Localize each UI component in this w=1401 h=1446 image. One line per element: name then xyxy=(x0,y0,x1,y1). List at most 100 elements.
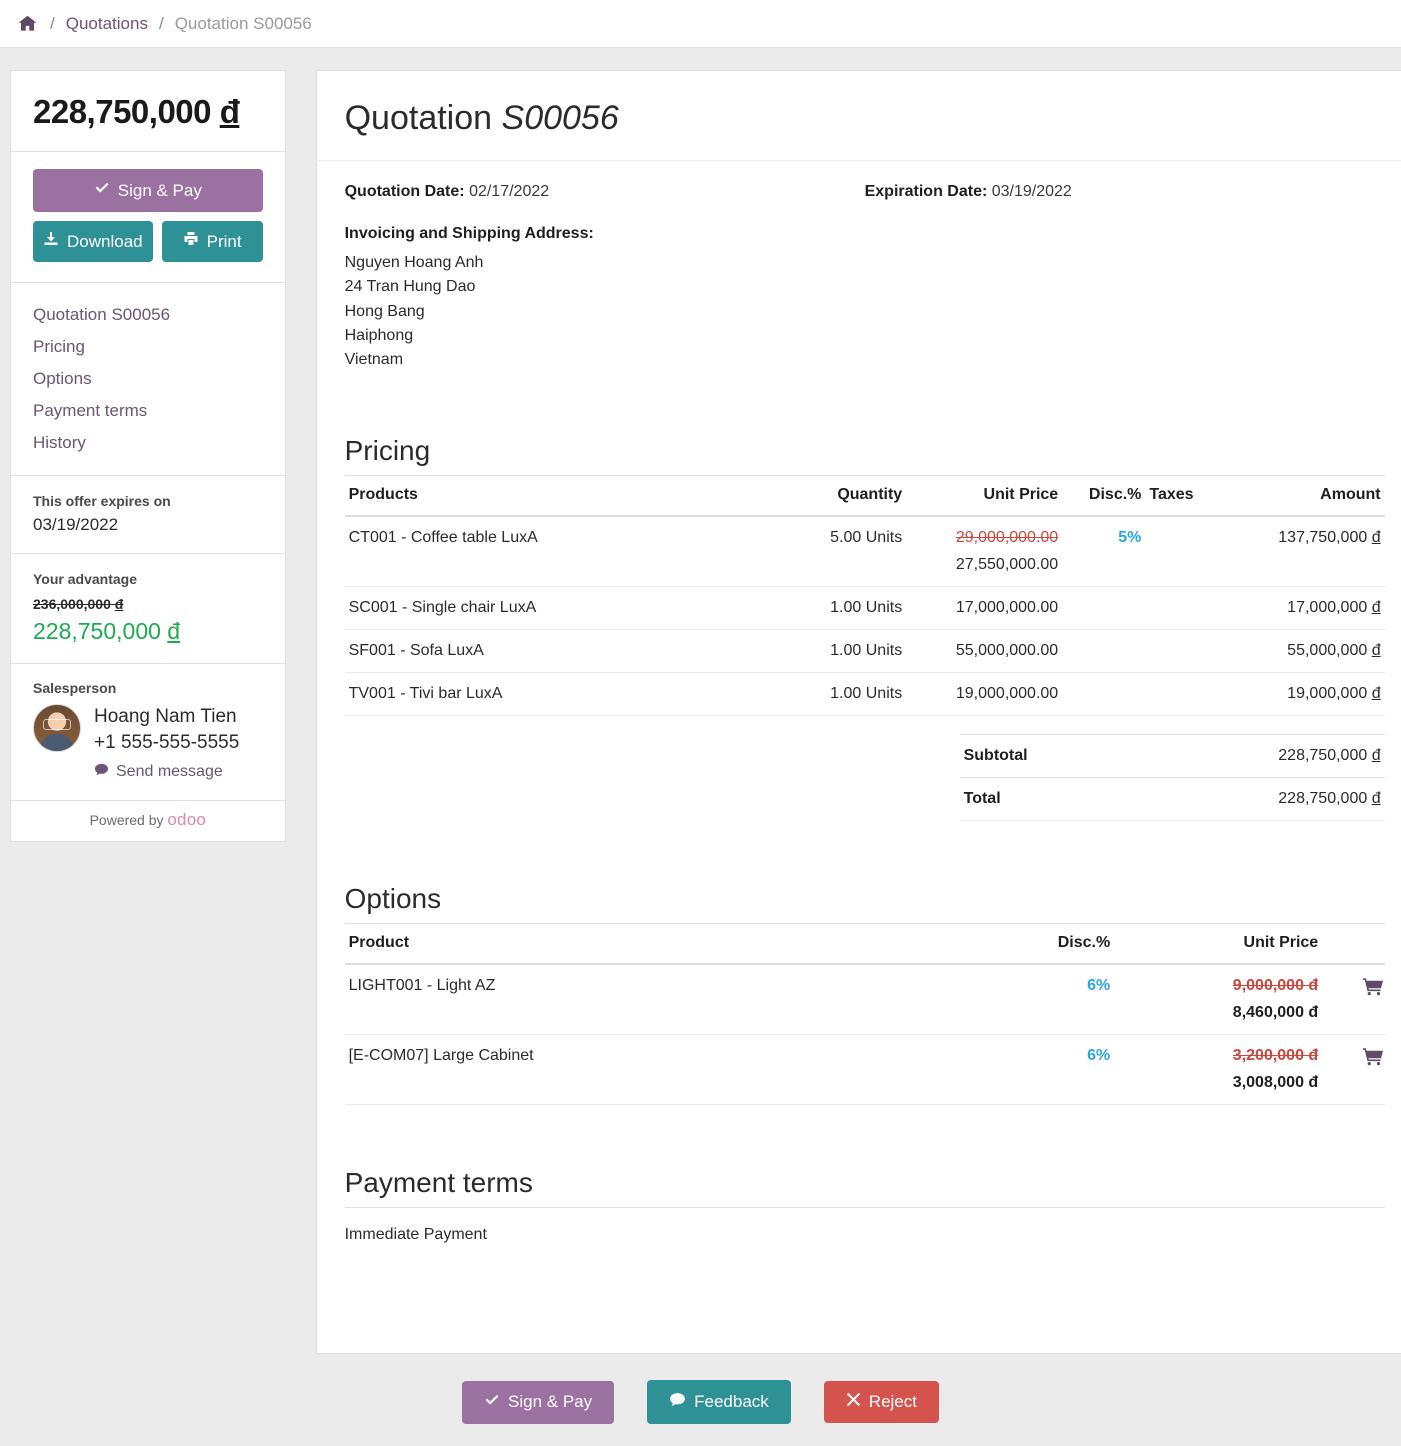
sidebar-item-history[interactable]: History xyxy=(11,427,285,459)
pricing-header-row: Products Quantity Unit Price Disc.% Taxe… xyxy=(345,475,1385,516)
subtotal-value: 228,750,000 xyxy=(1278,747,1367,764)
sidebar-item-payment-terms[interactable]: Payment terms xyxy=(11,395,285,427)
offer-expiry-card: This offer expires on 03/19/2022 xyxy=(10,476,286,554)
row-quantity: 1.00 Units xyxy=(771,586,906,629)
payment-terms-divider xyxy=(345,1207,1385,1208)
row-amount: 137,750,000 đ xyxy=(1249,516,1384,587)
total-label: Total xyxy=(960,777,1128,820)
sidebar-nav: Quotation S00056 Pricing Options Payment… xyxy=(10,283,286,476)
address-line-4: Haiphong xyxy=(345,324,1385,348)
row-unit-price-old: 29,000,000.00 xyxy=(910,529,1058,547)
option-discount: 6% xyxy=(885,964,1114,1035)
salesperson-details: Hoang Nam Tien +1 555-555-5555 Send mess… xyxy=(94,704,239,782)
subtotal-label: Subtotal xyxy=(960,734,1128,777)
reject-button[interactable]: Reject xyxy=(824,1381,939,1423)
feedback-label: Feedback xyxy=(694,1392,769,1412)
row-amount-value: 19,000,000 xyxy=(1287,685,1367,702)
row-taxes xyxy=(1145,586,1249,629)
offer-expiry-date: 03/19/2022 xyxy=(33,515,263,535)
header-discount: Disc.% xyxy=(1062,475,1145,516)
header-option-unit-price: Unit Price xyxy=(1114,923,1322,964)
row-amount-currency: đ xyxy=(1372,529,1381,546)
row-unit-price: 19,000,000.00 xyxy=(906,672,1062,715)
option-discount: 6% xyxy=(885,1034,1114,1104)
row-product: TV001 - Tivi bar LuxA xyxy=(345,672,771,715)
table-row: SC001 - Single chair LuxA 1.00 Units 17,… xyxy=(345,586,1385,629)
total-amount-value: 228,750,000 xyxy=(33,93,211,130)
quotation-date-block: Quotation Date: 02/17/2022 xyxy=(345,183,865,201)
option-add-to-order-cell xyxy=(1322,964,1384,1035)
address-line-2: 24 Tran Hung Dao xyxy=(345,275,1385,299)
row-unit-price: 29,000,000.00 27,550,000.00 xyxy=(906,516,1062,587)
row-product: SC001 - Single chair LuxA xyxy=(345,586,771,629)
pricing-table: Products Quantity Unit Price Disc.% Taxe… xyxy=(345,475,1385,716)
breadcrumb-link-quotations[interactable]: Quotations xyxy=(66,14,148,34)
sidebar-item-pricing[interactable]: Pricing xyxy=(11,331,285,363)
cart-icon[interactable] xyxy=(1363,1047,1383,1072)
odoo-logo: odoo xyxy=(167,810,206,829)
row-unit-price-new: 27,550,000.00 xyxy=(910,556,1058,574)
home-icon[interactable] xyxy=(18,14,37,33)
header-products: Products xyxy=(345,475,771,516)
advantage-old-value: 236,000,000 xyxy=(33,596,111,612)
advantage-new-value: 228,750,000 xyxy=(33,618,161,644)
salesperson-row: Hoang Nam Tien +1 555-555-5555 Send mess… xyxy=(33,704,263,782)
total-amount-currency: đ xyxy=(220,93,240,130)
option-product: [E-COM07] Large Cabinet xyxy=(345,1034,886,1104)
check-icon xyxy=(94,180,110,201)
subtotal-value-cell: 228,750,000 đ xyxy=(1127,734,1384,777)
download-label: Download xyxy=(67,232,143,252)
options-table: Product Disc.% Unit Price LIGHT001 - Lig… xyxy=(345,923,1385,1105)
print-button[interactable]: Print xyxy=(162,221,263,262)
total-amount-card: 228,750,000 đ xyxy=(10,70,286,152)
sidebar-sign-and-pay-label: Sign & Pay xyxy=(118,181,202,201)
row-quantity: 1.00 Units xyxy=(771,629,906,672)
breadcrumb-bar: / Quotations / Quotation S00056 xyxy=(0,0,1401,48)
pricing-section-title: Pricing xyxy=(345,435,1385,475)
row-taxes xyxy=(1145,516,1249,587)
quotation-date-value: 02/17/2022 xyxy=(469,183,549,200)
header-taxes: Taxes xyxy=(1145,475,1249,516)
row-taxes xyxy=(1145,672,1249,715)
sidebar-item-quotation[interactable]: Quotation S00056 xyxy=(11,299,285,331)
cart-icon[interactable] xyxy=(1363,977,1383,1002)
sidebar-sign-and-pay-button[interactable]: Sign & Pay xyxy=(33,169,263,212)
send-message-label: Send message xyxy=(116,763,223,781)
row-amount: 55,000,000 đ xyxy=(1249,629,1384,672)
options-header-row: Product Disc.% Unit Price xyxy=(345,923,1385,964)
expiration-date-value: 03/19/2022 xyxy=(992,183,1072,200)
download-button[interactable]: Download xyxy=(33,221,153,262)
sign-and-pay-button[interactable]: Sign & Pay xyxy=(462,1381,614,1424)
advantage-old-amount: 236,000,000 đ xyxy=(33,596,263,612)
salesperson-phone: +1 555-555-5555 xyxy=(94,730,239,756)
feedback-button[interactable]: Feedback xyxy=(647,1380,791,1424)
check-icon xyxy=(484,1392,500,1413)
list-item: LIGHT001 - Light AZ 6% 9,000,000 đ 8,460… xyxy=(345,964,1385,1035)
row-amount-currency: đ xyxy=(1372,642,1381,659)
row-quantity: 5.00 Units xyxy=(771,516,906,587)
page-container: 228,750,000 đ Sign & Pay xyxy=(0,48,1401,1354)
dates-row: Quotation Date: 02/17/2022 Expiration Da… xyxy=(345,183,1385,201)
speech-bubble-icon xyxy=(94,762,109,782)
row-product: CT001 - Coffee table LuxA xyxy=(345,516,771,587)
page-title-reference: S00056 xyxy=(502,99,619,137)
sidebar-item-options[interactable]: Options xyxy=(11,363,285,395)
row-amount-currency: đ xyxy=(1372,599,1381,616)
total-value: 228,750,000 xyxy=(1278,790,1367,807)
row-discount: 5% xyxy=(1062,516,1145,587)
send-message-button[interactable]: Send message xyxy=(94,762,223,782)
powered-by-label: Powered by xyxy=(90,812,164,828)
totals-table: Subtotal 228,750,000 đ Total 228,750,000 xyxy=(960,734,1385,821)
main-content: Quotation S00056 Quotation Date: 02/17/2… xyxy=(316,70,1401,1354)
option-price-old: 9,000,000 đ xyxy=(1118,977,1318,995)
pricing-table-body: CT001 - Coffee table LuxA 5.00 Units 29,… xyxy=(345,516,1385,716)
address-line-3: Hong Bang xyxy=(345,300,1385,324)
option-price-new: 8,460,000 đ xyxy=(1118,1004,1318,1022)
table-row: TV001 - Tivi bar LuxA 1.00 Units 19,000,… xyxy=(345,672,1385,715)
options-table-body: LIGHT001 - Light AZ 6% 9,000,000 đ 8,460… xyxy=(345,964,1385,1105)
options-section-title: Options xyxy=(345,883,1385,923)
quotation-document: Quotation S00056 Quotation Date: 02/17/2… xyxy=(316,70,1401,1354)
speech-bubble-icon xyxy=(669,1391,686,1413)
salesperson-name: Hoang Nam Tien xyxy=(94,704,239,730)
total-row: Total 228,750,000 đ xyxy=(960,777,1385,820)
